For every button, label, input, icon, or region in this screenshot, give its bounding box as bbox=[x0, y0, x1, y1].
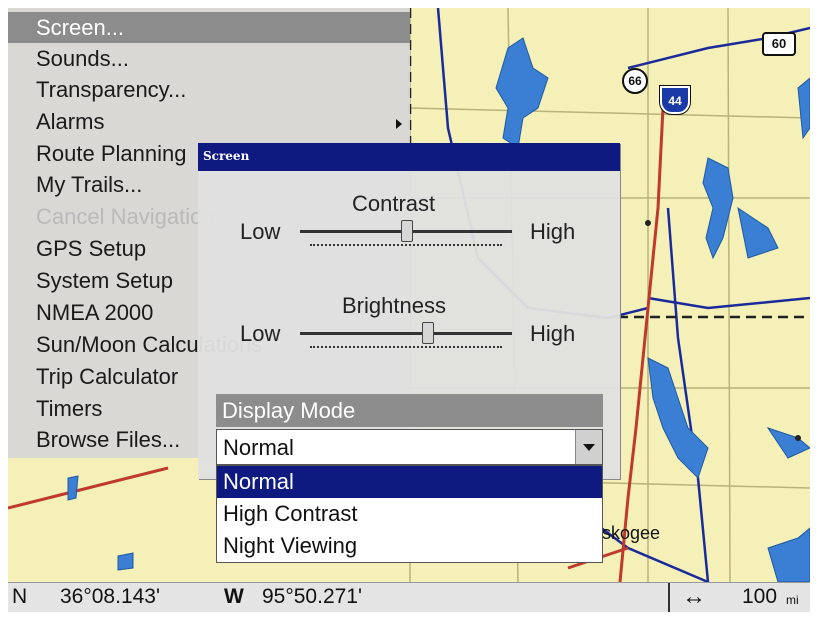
latitude-value: 36°08.143' bbox=[60, 585, 160, 608]
menu-item-sounds[interactable]: Sounds... bbox=[8, 43, 410, 74]
route-shield-66: 66 bbox=[622, 68, 648, 94]
contrast-slider-thumb[interactable] bbox=[401, 220, 413, 242]
display-mode-select[interactable]: Normal bbox=[216, 429, 603, 465]
menu-item-screen[interactable]: Screen... bbox=[8, 12, 410, 43]
contrast-low-label: Low bbox=[240, 219, 281, 244]
display-mode-options: Normal High Contrast Night Viewing bbox=[216, 465, 603, 563]
status-bar: N 36°08.143' W 95°50.271' ↔ 100 mi bbox=[8, 582, 810, 612]
gps-screen: 60 66 44 skogee Screen... Sounds... Tran… bbox=[0, 0, 818, 620]
display-mode-label: Display Mode bbox=[222, 398, 356, 423]
brightness-slider-thumb[interactable] bbox=[422, 322, 434, 344]
scale-value: 100 bbox=[742, 585, 778, 608]
chevron-down-icon bbox=[583, 444, 595, 451]
scale-unit: mi bbox=[786, 593, 799, 607]
option-high-contrast[interactable]: High Contrast bbox=[217, 498, 602, 530]
submenu-arrow-icon bbox=[396, 119, 402, 129]
contrast-slider-ticks bbox=[310, 244, 502, 249]
brightness-slider-ticks bbox=[310, 346, 502, 351]
brightness-low-label: Low bbox=[240, 321, 281, 346]
route-shield-60: 60 bbox=[762, 32, 796, 56]
map-place-label: skogee bbox=[602, 523, 661, 543]
dropdown-arrow-button[interactable] bbox=[575, 430, 602, 464]
horizontal-double-arrow-icon: ↔ bbox=[682, 583, 706, 610]
option-normal[interactable]: Normal bbox=[217, 466, 602, 498]
menu-item-transparency[interactable]: Transparency... bbox=[8, 74, 410, 105]
latitude-hemisphere: N bbox=[12, 585, 28, 608]
brightness-label: Brightness bbox=[342, 293, 446, 318]
brightness-high-label: High bbox=[530, 321, 576, 346]
display-mode-header: Display Mode bbox=[216, 394, 603, 427]
interstate-shield-44: 44 bbox=[659, 85, 691, 115]
menu-item-alarms[interactable]: Alarms bbox=[8, 106, 410, 137]
brightness-slider-track[interactable] bbox=[300, 332, 512, 335]
dialog-title-bar: Screen bbox=[198, 143, 620, 171]
contrast-high-label: High bbox=[530, 219, 576, 244]
longitude-hemisphere: W bbox=[224, 585, 244, 608]
longitude-value: 95°50.271' bbox=[262, 585, 362, 608]
contrast-label: Contrast bbox=[352, 191, 436, 216]
dialog-title: Screen bbox=[203, 149, 250, 163]
status-separator bbox=[668, 583, 670, 612]
display-mode-value: Normal bbox=[223, 435, 294, 460]
option-night-viewing[interactable]: Night Viewing bbox=[217, 530, 602, 562]
